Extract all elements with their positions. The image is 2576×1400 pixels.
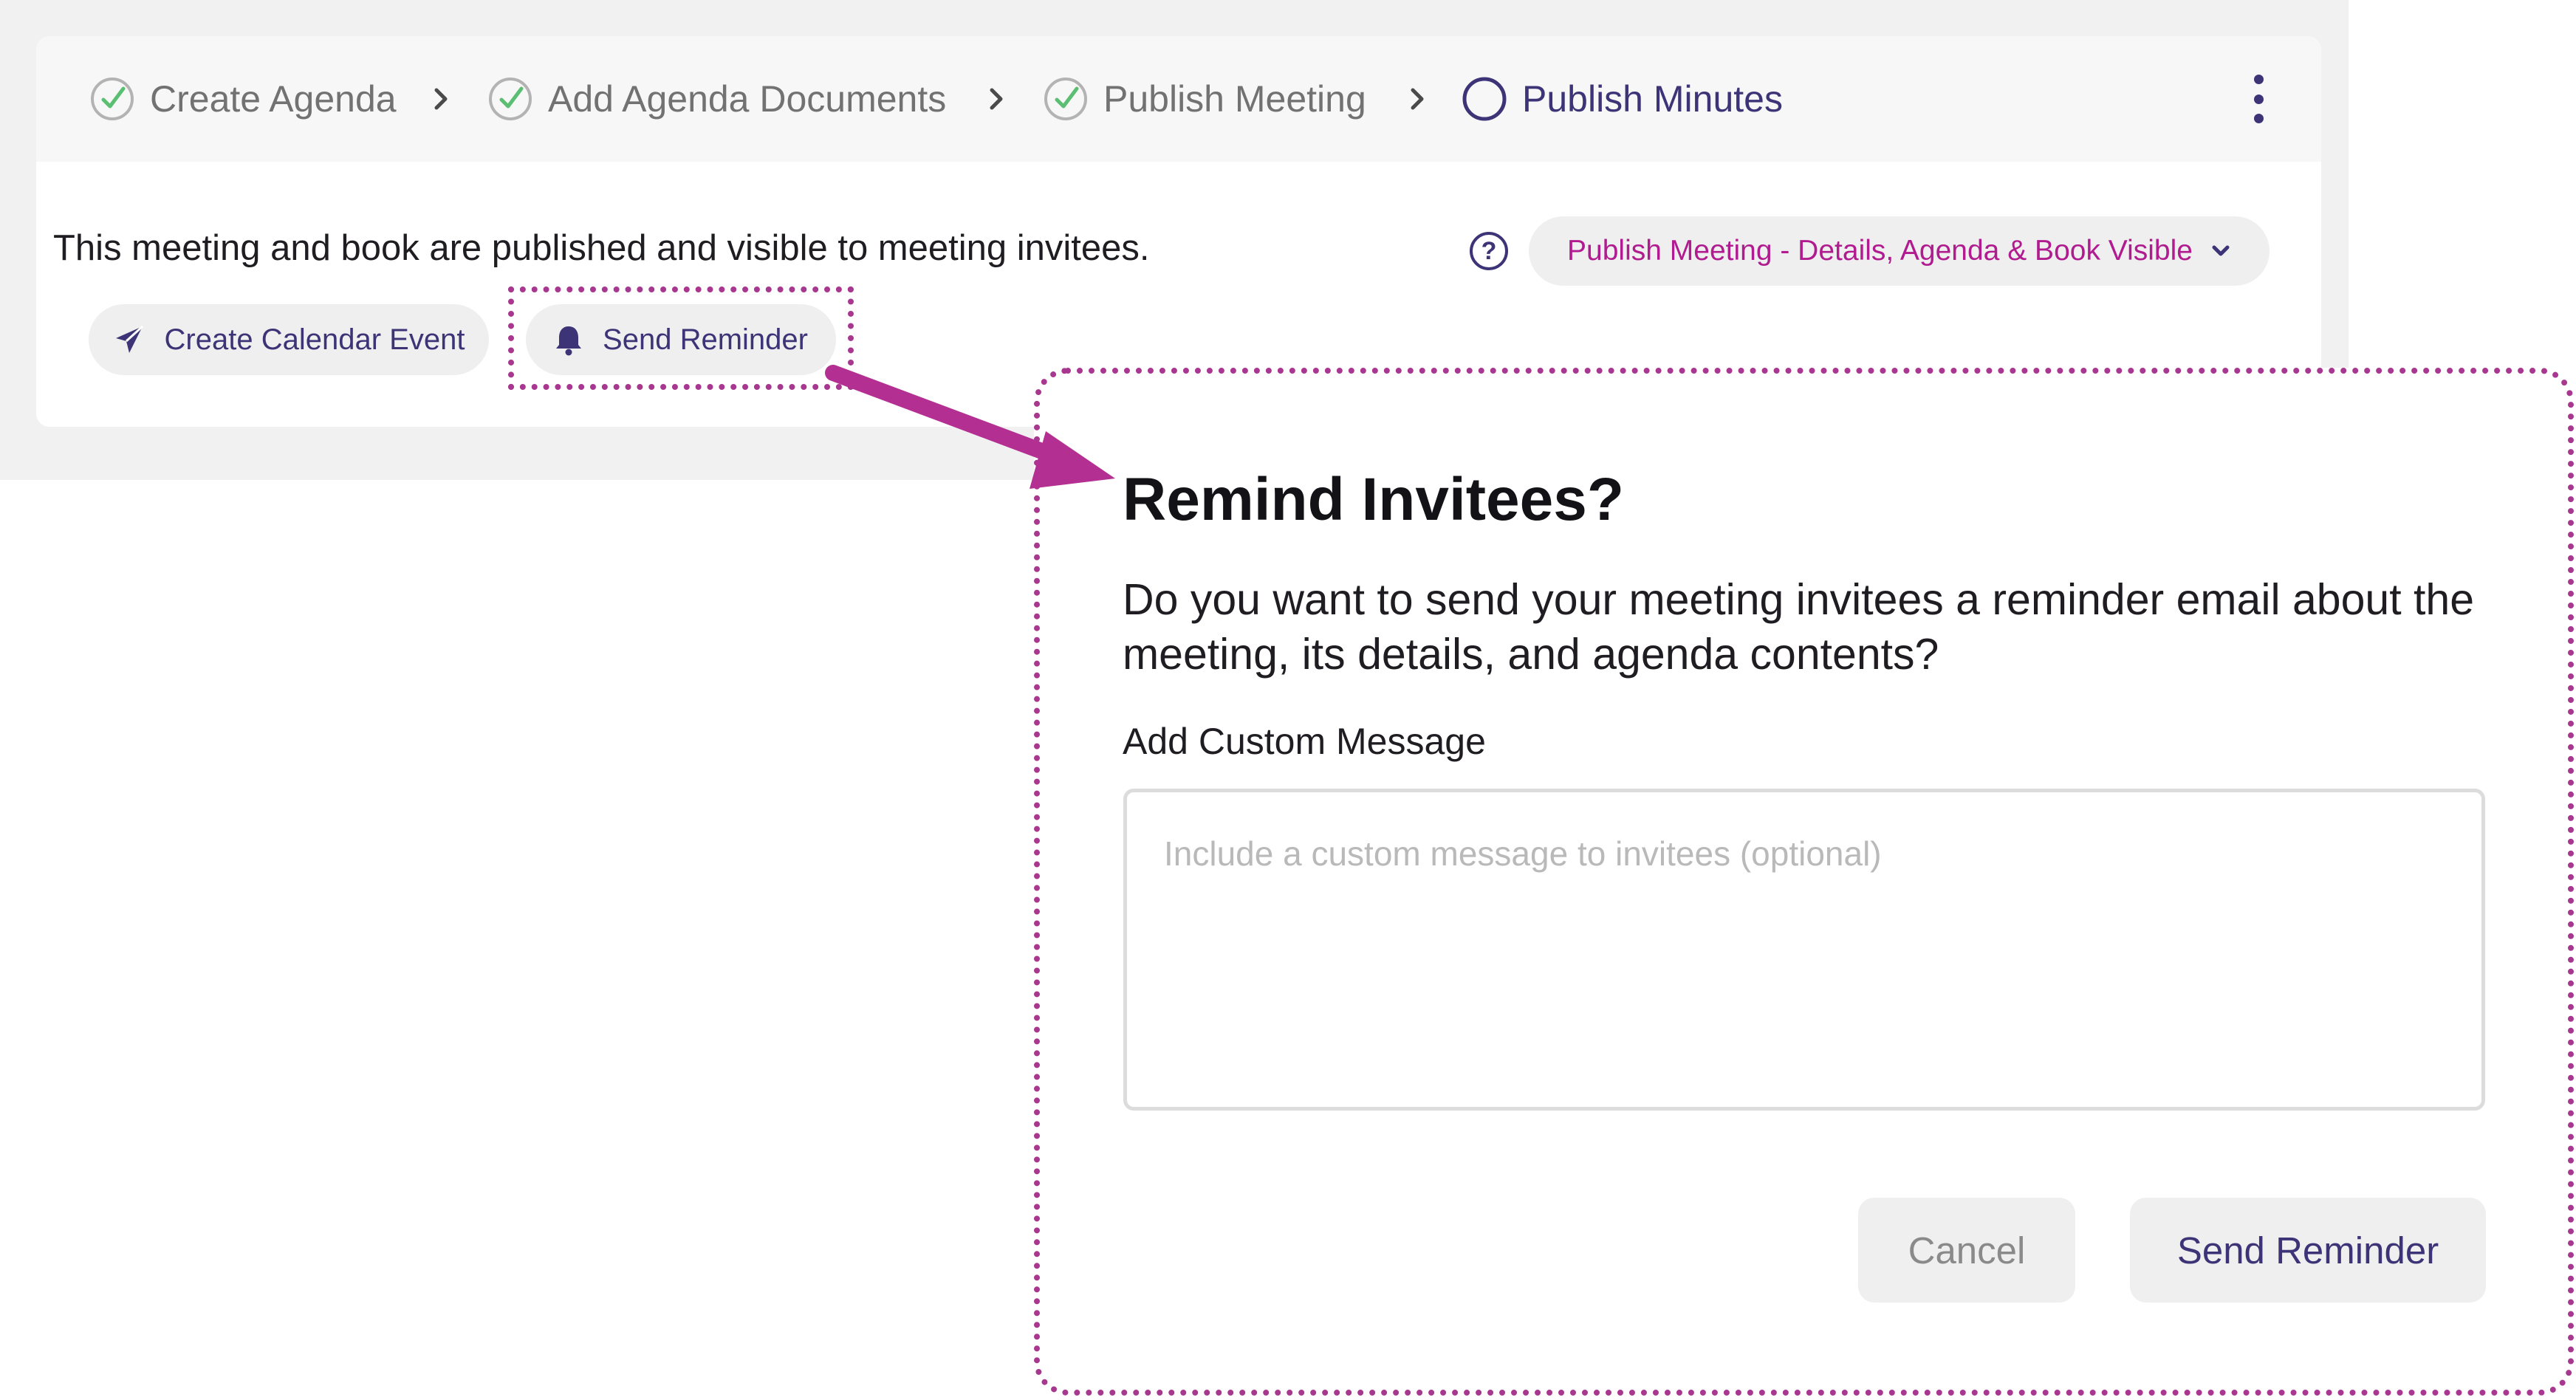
dialog-title: Remind Invitees? (1123, 466, 1624, 533)
custom-message-label: Add Custom Message (1123, 721, 1486, 762)
custom-message-input[interactable] (1123, 789, 2485, 1111)
cancel-button[interactable]: Cancel (1858, 1198, 2075, 1303)
confirm-send-reminder-button[interactable]: Send Reminder (2130, 1198, 2486, 1303)
dialog-question: Do you want to send your meeting invitee… (1123, 575, 2475, 679)
callout-arrow (825, 365, 1115, 489)
